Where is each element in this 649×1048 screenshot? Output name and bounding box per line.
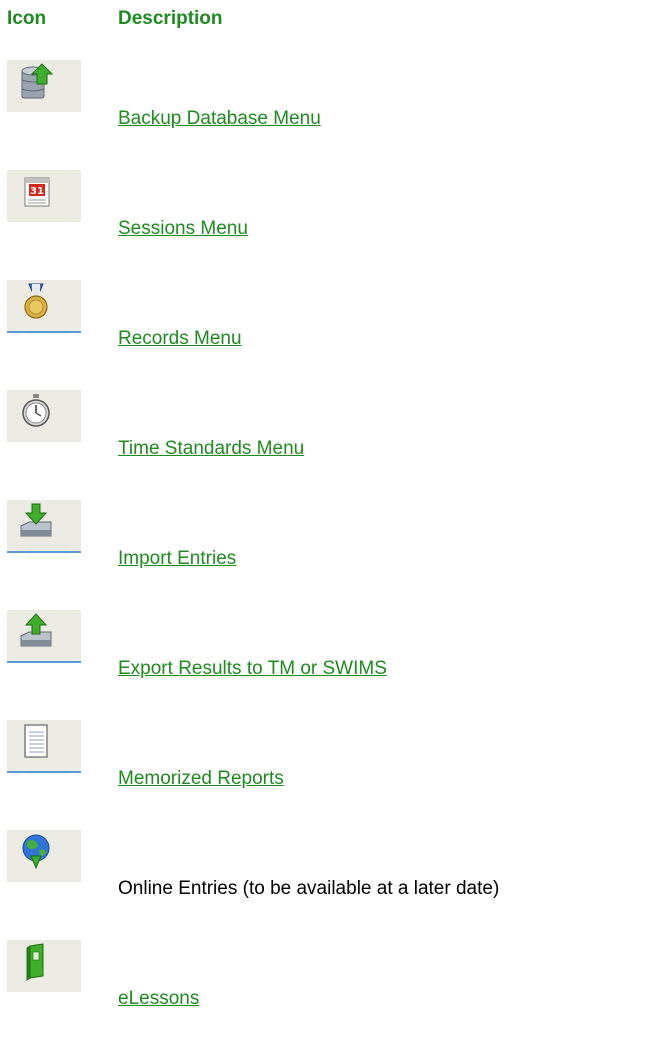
icon-tile [7,830,81,882]
medal-icon [24,283,48,319]
list-item-time-standards: Time Standards Menu [0,390,649,498]
records-menu-link[interactable]: Records Menu [118,328,242,350]
import-entries-link[interactable]: Import Entries [118,548,236,570]
elessons-link[interactable]: eLessons [118,988,199,1010]
list-item-export-results: Export Results to TM or SWIMS [0,610,649,718]
icon-tile [7,280,81,333]
table-header: Icon Description [0,8,649,32]
stopwatch-icon [22,394,50,427]
icon-tile [7,720,81,773]
memorized-reports-link[interactable]: Memorized Reports [118,768,284,790]
svg-text:31: 31 [30,186,44,197]
list-item-sessions: 31 Sessions Menu [0,170,649,278]
list-item-records: Records Menu [0,280,649,388]
time-standards-menu-link[interactable]: Time Standards Menu [118,438,304,460]
icon-tile [7,500,81,553]
list-item-import-entries: Import Entries [0,500,649,608]
icon-tile [7,610,81,663]
calendar-icon: 31 [24,177,50,207]
icon-tile: 31 [7,170,81,222]
list-item-backup-database: Backup Database Menu [0,60,649,168]
import-tray-icon [20,503,52,537]
export-results-link[interactable]: Export Results to TM or SWIMS [118,658,387,680]
list-item-memorized-reports: Memorized Reports [0,720,649,828]
database-backup-icon [21,63,54,99]
list-item-online-entries: Online Entries (to be available at a lat… [0,830,649,938]
description-column-header: Description [118,8,223,29]
icon-tile [7,390,81,442]
globe-download-icon [22,834,50,870]
icon-tile [7,60,81,112]
book-icon [26,943,44,981]
sessions-menu-link[interactable]: Sessions Menu [118,218,248,240]
notepad-icon [24,724,48,758]
list-item-elessons: eLessons [0,940,649,1048]
backup-database-menu-link[interactable]: Backup Database Menu [118,108,321,130]
online-entries-text: Online Entries (to be available at a lat… [118,878,500,899]
icon-tile [7,940,81,992]
export-tray-icon [20,613,52,647]
icon-column-header: Icon [7,8,47,29]
